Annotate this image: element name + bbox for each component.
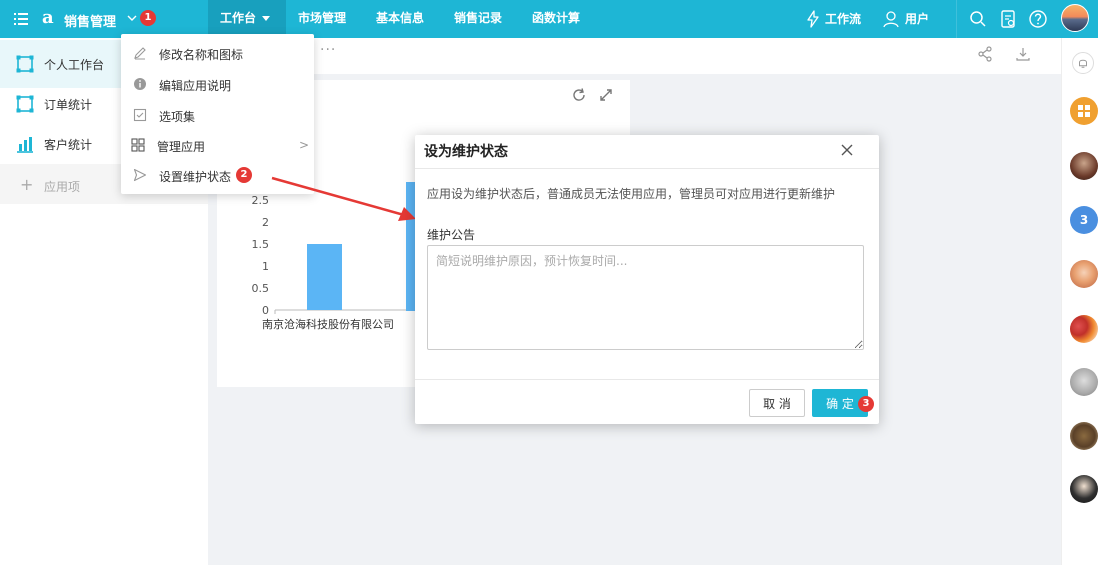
member-avatar[interactable] xyxy=(1070,475,1098,503)
cancel-button[interactable]: 取 消 xyxy=(749,389,805,417)
menu-item-rename[interactable]: 修改名称和图标 xyxy=(121,38,314,68)
menu-item-label: 编辑应用说明 xyxy=(159,79,232,93)
app-name[interactable]: 销售管理 xyxy=(64,11,116,30)
bar-chart-icon xyxy=(17,137,33,153)
bell-icon[interactable] xyxy=(1072,52,1094,74)
top-bar: a 销售管理 1 工作台 市场管理 基本信息 销售记录 函数计算 工作流 用户 xyxy=(0,0,1098,38)
nav-tab-label: 工作台 xyxy=(220,11,257,25)
announcement-label: 维护公告 xyxy=(427,228,476,242)
maintenance-announcement-input[interactable] xyxy=(427,245,864,350)
right-rail: 3 xyxy=(1061,38,1098,565)
member-avatar[interactable] xyxy=(1070,315,1098,343)
more-icon[interactable]: ··· xyxy=(320,42,336,58)
grid-icon xyxy=(131,138,145,152)
users-link[interactable]: 用户 xyxy=(905,0,929,38)
caret-down-icon xyxy=(262,16,271,21)
share-icon[interactable] xyxy=(977,46,993,62)
step-badge-2: 2 xyxy=(236,167,252,183)
lightning-icon[interactable] xyxy=(803,9,823,29)
modal-title: 设为维护状态 xyxy=(424,144,508,160)
users-icon[interactable] xyxy=(882,9,902,29)
chevron-right-icon: > xyxy=(299,138,310,152)
chart-bar xyxy=(307,244,342,310)
nav-tab-workbench[interactable]: 工作台 xyxy=(208,0,286,38)
dashboard-icon xyxy=(16,55,34,73)
close-icon[interactable] xyxy=(839,142,855,158)
send-icon xyxy=(133,168,147,182)
plus-icon: + xyxy=(20,175,34,194)
help-icon[interactable] xyxy=(1028,9,1048,29)
nav-tab-basic-info[interactable]: 基本信息 xyxy=(364,0,436,38)
modal-divider xyxy=(415,168,879,169)
app-logo: a xyxy=(42,7,54,28)
step-badge-1: 1 xyxy=(140,10,156,26)
nav-tab-functions[interactable]: 函数计算 xyxy=(520,0,592,38)
modal-footer-divider xyxy=(415,379,879,380)
menu-item-set-maintenance[interactable]: 设置维护状态 xyxy=(121,160,314,190)
sidebar-item-label: 客户统计 xyxy=(44,138,93,152)
add-app-item-label: 应用项 xyxy=(44,180,81,194)
document-check-icon[interactable] xyxy=(998,9,1018,29)
sidebar-item-label: 个人工作台 xyxy=(44,58,105,72)
info-icon xyxy=(134,78,146,90)
maintenance-modal: 设为维护状态 应用设为维护状态后，普通成员无法使用应用，管理员可对应用进行更新维… xyxy=(415,135,879,424)
menu-item-option-sets[interactable]: 选项集 xyxy=(121,100,314,130)
member-avatar[interactable] xyxy=(1070,152,1098,180)
menu-item-label: 选项集 xyxy=(159,110,196,124)
checkbox-icon xyxy=(133,108,147,122)
chevron-down-icon[interactable] xyxy=(126,12,138,24)
app-settings-dropdown: 修改名称和图标 编辑应用说明 选项集 管理应用 > 设置维护状态 xyxy=(121,34,314,194)
member-count-badge[interactable]: 3 xyxy=(1070,206,1098,234)
step-badge-3: 3 xyxy=(858,396,874,412)
pencil-icon xyxy=(134,47,146,60)
apps-grid-icon[interactable] xyxy=(1070,97,1098,125)
workflow-link[interactable]: 工作流 xyxy=(825,0,861,38)
nav-tab-market[interactable]: 市场管理 xyxy=(286,0,358,38)
user-avatar[interactable] xyxy=(1061,4,1089,32)
menu-icon[interactable] xyxy=(10,9,30,29)
member-avatar[interactable] xyxy=(1070,260,1098,288)
menu-item-edit-description[interactable]: 编辑应用说明 xyxy=(121,69,314,99)
dashboard-icon xyxy=(16,95,34,113)
menu-item-label: 设置维护状态 xyxy=(159,170,232,184)
chart-bar-partial xyxy=(406,182,415,311)
search-icon[interactable] xyxy=(968,9,988,29)
menu-item-label: 管理应用 xyxy=(157,140,206,154)
topbar-divider xyxy=(956,0,957,38)
nav-tab-sales-records[interactable]: 销售记录 xyxy=(442,0,514,38)
menu-item-manage-app[interactable]: 管理应用 > xyxy=(121,130,314,160)
modal-description: 应用设为维护状态后，普通成员无法使用应用，管理员可对应用进行更新维护 xyxy=(427,187,836,201)
member-avatar[interactable] xyxy=(1070,422,1098,450)
sidebar-item-label: 订单统计 xyxy=(44,98,93,112)
member-avatar[interactable] xyxy=(1070,368,1098,396)
menu-item-label: 修改名称和图标 xyxy=(159,48,244,62)
download-icon[interactable] xyxy=(1015,46,1031,62)
x-category-label: 南京沧海科技股份有限公司 xyxy=(262,318,394,331)
